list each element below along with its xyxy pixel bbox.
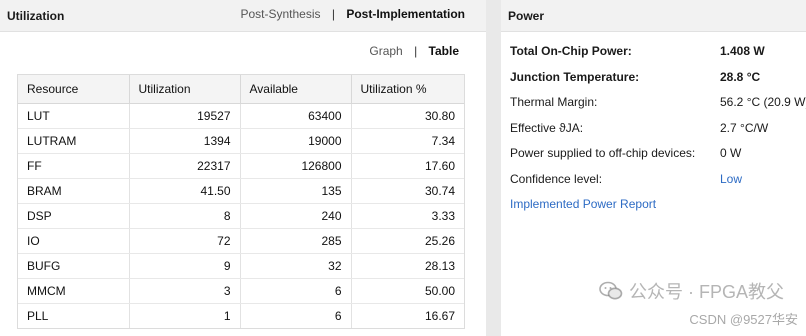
cell-utilization: 3 — [129, 278, 241, 304]
cell-utilization-percent: 28.13 — [351, 253, 464, 279]
thermal-margin-value: 56.2 °C (20.9 W) — [720, 95, 806, 109]
cell-utilization: 8 — [129, 203, 241, 229]
cell-available: 32 — [240, 253, 352, 279]
cell-utilization: 1394 — [129, 128, 241, 154]
cell-utilization: 72 — [129, 228, 241, 254]
power-row-theta: Effective ϑJA: 2.7 °C/W — [510, 121, 806, 147]
tab-post-implementation[interactable]: Post-Implementation — [346, 7, 465, 21]
offchip-power-value: 0 W — [720, 146, 742, 160]
power-row-junction: Junction Temperature: 28.8 °C — [510, 70, 806, 96]
power-row-confidence: Confidence level: Low — [510, 172, 806, 198]
table-row[interactable]: FF 22317 126800 17.60 — [18, 153, 464, 179]
table-row[interactable]: LUT 19527 63400 30.80 — [18, 103, 464, 129]
power-row-offchip: Power supplied to off-chip devices: 0 W — [510, 146, 806, 172]
stage-tabs: Post-Synthesis | Post-Implementation — [240, 7, 465, 21]
cell-utilization: 19527 — [129, 103, 241, 129]
cell-utilization: 41.50 — [129, 178, 241, 204]
cell-resource: BRAM — [18, 178, 130, 204]
power-report-link[interactable]: Implemented Power Report — [510, 197, 656, 211]
cell-resource: FF — [18, 153, 130, 179]
utilization-table: Resource Utilization Available Utilizati… — [18, 75, 464, 328]
watermark: 公众号 · FPGA教父 — [599, 278, 784, 304]
cell-resource: BUFG — [18, 253, 130, 279]
cell-available: 19000 — [240, 128, 352, 154]
column-header-available[interactable]: Available — [240, 75, 352, 104]
column-header-utilization[interactable]: Utilization — [129, 75, 241, 104]
cell-utilization-percent: 30.74 — [351, 178, 464, 204]
cell-available: 6 — [240, 303, 352, 328]
cell-available: 135 — [240, 178, 352, 204]
junction-temp-label: Junction Temperature: — [510, 69, 640, 84]
power-header: Power — [501, 0, 806, 32]
cell-utilization-percent: 16.67 — [351, 303, 464, 328]
utilization-header: Utilization Post-Synthesis | Post-Implem… — [0, 0, 486, 32]
effective-theta-ja-label: Effective ϑJA: — [510, 120, 584, 135]
cell-utilization: 22317 — [129, 153, 241, 179]
mode-separator: | — [414, 44, 418, 58]
utilization-table-body: LUT 19527 63400 30.80 LUTRAM 1394 19000 7.34 FF 2… — [18, 103, 464, 328]
cell-available: 63400 — [240, 103, 352, 129]
table-row[interactable]: BRAM 41.50 135 30.74 — [18, 178, 464, 204]
wechat-icon — [599, 281, 623, 301]
thermal-margin-label: Thermal Margin: — [510, 95, 598, 109]
cell-available: 126800 — [240, 153, 352, 179]
tab-graph[interactable]: Graph — [369, 44, 402, 58]
power-row-thermal: Thermal Margin: 56.2 °C (20.9 W) — [510, 95, 806, 121]
cell-utilization-percent: 25.26 — [351, 228, 464, 254]
cell-resource: IO — [18, 228, 130, 254]
cell-utilization: 9 — [129, 253, 241, 279]
confidence-level-link[interactable]: Low — [720, 172, 742, 186]
power-row-total: Total On-Chip Power: 1.408 W — [510, 44, 806, 70]
junction-temp-value: 28.8 °C — [720, 69, 761, 84]
utilization-title: Utilization — [7, 9, 65, 23]
cell-resource: PLL — [18, 303, 130, 328]
power-summary: Total On-Chip Power: 1.408 W Junction Te… — [510, 44, 806, 223]
offchip-power-label: Power supplied to off-chip devices: — [510, 146, 696, 160]
cell-resource: MMCM — [18, 278, 130, 304]
cell-resource: LUT — [18, 103, 130, 129]
table-row[interactable]: IO 72 285 25.26 — [18, 228, 464, 254]
total-power-label: Total On-Chip Power: — [510, 44, 632, 58]
cell-available: 6 — [240, 278, 352, 304]
table-row[interactable]: LUTRAM 1394 19000 7.34 — [18, 128, 464, 154]
cell-utilization-percent: 30.80 — [351, 103, 464, 129]
cell-resource: DSP — [18, 203, 130, 229]
cell-utilization-percent: 17.60 — [351, 153, 464, 179]
view-mode-tabs: Graph | Table — [369, 44, 459, 58]
column-header-utilization-percent[interactable]: Utilization % — [351, 75, 464, 104]
tab-separator: | — [331, 7, 335, 21]
table-row[interactable]: PLL 1 6 16.67 — [18, 303, 464, 328]
table-row[interactable]: MMCM 3 6 50.00 — [18, 278, 464, 304]
cell-utilization-percent: 7.34 — [351, 128, 464, 154]
tab-table[interactable]: Table — [429, 44, 459, 58]
total-power-value: 1.408 W — [720, 44, 765, 58]
watermark-text: 公众号 · FPGA教父 — [628, 282, 784, 302]
tab-post-synthesis[interactable]: Post-Synthesis — [240, 7, 320, 21]
watermark-credit: CSDN @9527华安 — [689, 312, 798, 327]
utilization-table-container[interactable]: Resource Utilization Available Utilizati… — [17, 74, 465, 329]
confidence-level-label: Confidence level: — [510, 171, 603, 186]
cell-available: 285 — [240, 228, 352, 254]
table-header-row: Resource Utilization Available Utilizati… — [18, 75, 464, 104]
power-title: Power — [508, 9, 545, 23]
column-header-resource[interactable]: Resource — [18, 75, 130, 104]
table-row[interactable]: BUFG 9 32 28.13 — [18, 253, 464, 279]
table-row[interactable]: DSP 8 240 3.33 — [18, 203, 464, 229]
cell-utilization: 1 — [129, 303, 241, 328]
cell-resource: LUTRAM — [18, 128, 130, 154]
power-row-report: Implemented Power Report — [510, 197, 806, 223]
cell-utilization-percent: 3.33 — [351, 203, 464, 229]
utilization-panel: Utilization Post-Synthesis | Post-Implem… — [0, 0, 486, 336]
cell-utilization-percent: 50.00 — [351, 278, 464, 304]
cell-available: 240 — [240, 203, 352, 229]
effective-theta-ja-value: 2.7 °C/W — [720, 120, 769, 135]
